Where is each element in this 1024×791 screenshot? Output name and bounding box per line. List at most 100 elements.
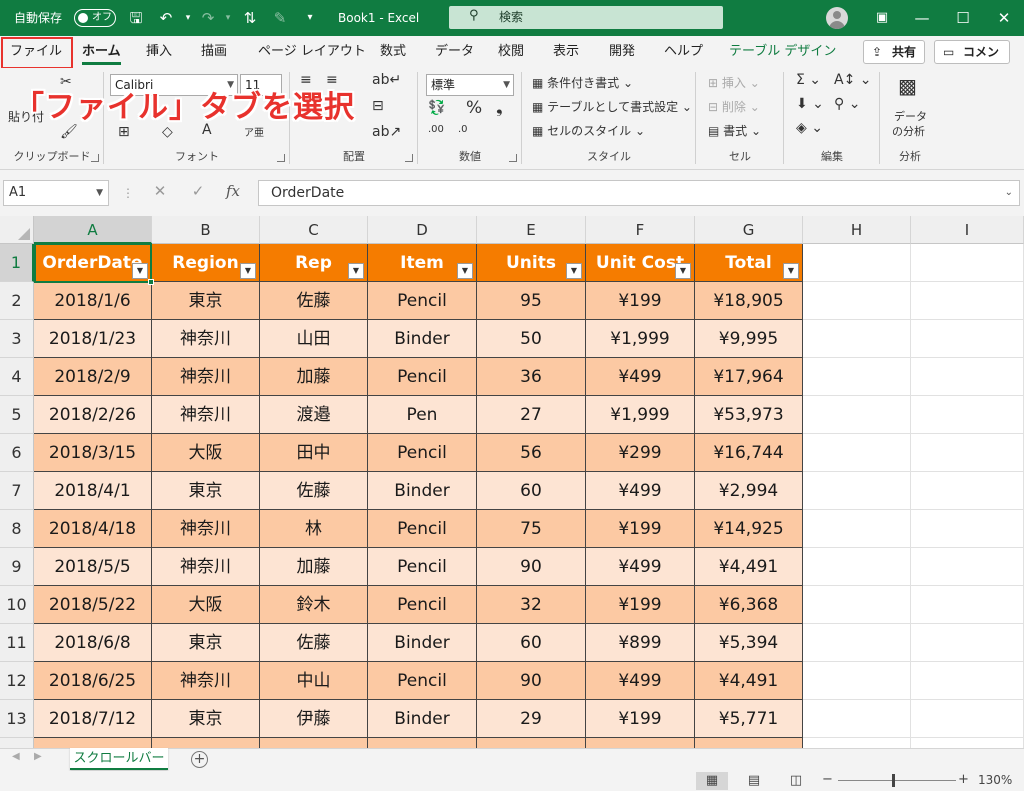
row-header-13[interactable]: 13 xyxy=(0,700,34,738)
ribbon-display-icon[interactable]: ▣ xyxy=(862,0,902,36)
decrease-decimal-icon[interactable]: .0 xyxy=(458,124,468,135)
row-header-5[interactable]: 5 xyxy=(0,396,34,434)
table-cell[interactable]: ¥499 xyxy=(586,548,695,586)
alignment-launcher-icon[interactable] xyxy=(405,154,413,162)
empty-cell[interactable] xyxy=(803,282,911,320)
table-cell[interactable]: 29 xyxy=(477,700,586,738)
orientation-icon[interactable]: ab↗ xyxy=(372,124,401,140)
table-cell[interactable]: 山田 xyxy=(260,320,368,358)
table-cell[interactable]: 佐藤 xyxy=(260,624,368,662)
filter-dropdown-icon[interactable]: ▼ xyxy=(240,263,256,279)
empty-cell[interactable] xyxy=(911,434,1024,472)
empty-cell[interactable] xyxy=(911,244,1024,282)
table-cell[interactable]: Pencil xyxy=(368,586,477,624)
table-cell[interactable]: 90 xyxy=(477,662,586,700)
table-cell[interactable] xyxy=(34,738,152,748)
table-cell[interactable]: 東京 xyxy=(152,282,260,320)
table-cell[interactable]: 2018/2/9 xyxy=(34,358,152,396)
table-cell[interactable]: 大阪 xyxy=(152,434,260,472)
table-cell[interactable]: 2018/6/8 xyxy=(34,624,152,662)
table-cell[interactable]: 2018/1/23 xyxy=(34,320,152,358)
table-cell[interactable]: ¥53,973 xyxy=(695,396,803,434)
empty-cell[interactable] xyxy=(911,510,1024,548)
tab-page-layout[interactable]: ページ レイアウト xyxy=(258,36,366,68)
zoom-slider-track[interactable] xyxy=(838,780,956,781)
table-cell[interactable]: 2018/7/12 xyxy=(34,700,152,738)
cell-styles-button[interactable]: ▦ セルのスタイル ⌄ xyxy=(532,122,645,139)
next-sheet-icon[interactable]: ▶ xyxy=(34,751,42,762)
table-cell[interactable]: ¥4,491 xyxy=(695,548,803,586)
name-box[interactable]: A1 ▼ xyxy=(3,180,109,206)
table-cell[interactable]: 27 xyxy=(477,396,586,434)
empty-cell[interactable] xyxy=(803,396,911,434)
empty-cell[interactable] xyxy=(803,320,911,358)
comment-button[interactable]: ▭コメント xyxy=(934,40,1010,81)
sort-filter-icon[interactable]: A↕ ⌄ xyxy=(834,72,872,88)
table-cell[interactable]: 60 xyxy=(477,472,586,510)
table-header-cell[interactable]: Unit Cost ▼ xyxy=(586,244,695,282)
tab-insert[interactable]: 挿入 xyxy=(146,36,172,68)
tab-table-design[interactable]: テーブル デザイン xyxy=(729,36,836,68)
filter-dropdown-icon[interactable]: ▼ xyxy=(348,263,364,279)
maximize-icon[interactable]: ☐ xyxy=(943,0,983,36)
row-header-6[interactable]: 6 xyxy=(0,434,34,472)
table-cell[interactable]: ¥199 xyxy=(586,510,695,548)
number-format-combo[interactable]: 標準 ▼ xyxy=(426,74,514,96)
undo-icon[interactable]: ↶ xyxy=(156,8,176,28)
table-cell[interactable]: 加藤 xyxy=(260,358,368,396)
percent-icon[interactable]: % xyxy=(466,98,482,118)
table-cell[interactable]: ¥899 xyxy=(586,624,695,662)
filter-dropdown-icon[interactable]: ▼ xyxy=(566,263,582,279)
format-cells-button[interactable]: ▤ 書式 ⌄ xyxy=(708,122,761,139)
empty-cell[interactable] xyxy=(803,548,911,586)
redo-icon[interactable]: ↷ xyxy=(198,8,218,28)
comma-icon[interactable]: ❟ xyxy=(496,98,503,118)
table-cell[interactable]: ¥9,995 xyxy=(695,320,803,358)
table-cell[interactable]: ¥4,491 xyxy=(695,662,803,700)
table-cell[interactable]: 神奈川 xyxy=(152,548,260,586)
table-cell[interactable]: 60 xyxy=(477,624,586,662)
table-cell[interactable]: 神奈川 xyxy=(152,358,260,396)
row-header-9[interactable]: 9 xyxy=(0,548,34,586)
empty-cell[interactable] xyxy=(803,472,911,510)
empty-cell[interactable] xyxy=(803,510,911,548)
sheet-tab[interactable]: スクロールバー xyxy=(70,748,168,770)
autosave-toggle[interactable]: オフ xyxy=(74,9,116,27)
currency-icon[interactable]: 💱 xyxy=(428,100,445,116)
tab-review[interactable]: 校閲 xyxy=(498,36,524,68)
font-launcher-icon[interactable] xyxy=(277,154,285,162)
table-cell[interactable]: 神奈川 xyxy=(152,662,260,700)
table-cell[interactable] xyxy=(260,738,368,748)
table-cell[interactable]: 95 xyxy=(477,282,586,320)
table-cell[interactable]: 東京 xyxy=(152,472,260,510)
table-cell[interactable]: 2018/2/26 xyxy=(34,396,152,434)
table-cell[interactable]: ¥199 xyxy=(586,586,695,624)
analyze-data-line2[interactable]: の分析 xyxy=(892,123,925,139)
empty-cell[interactable] xyxy=(803,586,911,624)
table-cell[interactable]: 36 xyxy=(477,358,586,396)
table-cell[interactable]: Binder xyxy=(368,472,477,510)
table-cell[interactable]: 2018/1/6 xyxy=(34,282,152,320)
filter-dropdown-icon[interactable]: ▼ xyxy=(675,263,691,279)
tab-formulas[interactable]: 数式 xyxy=(380,36,406,68)
fill-handle[interactable] xyxy=(148,279,154,285)
phonetic-icon[interactable]: ア亜 xyxy=(244,124,264,139)
table-cell[interactable]: 75 xyxy=(477,510,586,548)
table-cell[interactable]: 神奈川 xyxy=(152,396,260,434)
row-header-7[interactable]: 7 xyxy=(0,472,34,510)
table-cell[interactable]: 50 xyxy=(477,320,586,358)
filter-dropdown-icon[interactable]: ▼ xyxy=(783,263,799,279)
add-sheet-icon[interactable]: + xyxy=(191,751,208,768)
table-cell[interactable]: ¥199 xyxy=(586,700,695,738)
table-cell[interactable]: ¥5,771 xyxy=(695,700,803,738)
table-cell[interactable] xyxy=(152,738,260,748)
find-select-icon[interactable]: ⚲ ⌄ xyxy=(834,96,860,112)
autosum-icon[interactable]: Σ ⌄ xyxy=(796,72,821,88)
zoom-slider-knob[interactable] xyxy=(892,774,895,787)
insert-function-icon[interactable]: fx xyxy=(226,182,240,200)
table-header-cell[interactable]: Item ▼ xyxy=(368,244,477,282)
table-cell[interactable]: ¥18,905 xyxy=(695,282,803,320)
table-cell[interactable]: 佐藤 xyxy=(260,282,368,320)
table-cell[interactable]: ¥499 xyxy=(586,472,695,510)
column-header-f[interactable]: F xyxy=(586,216,695,244)
